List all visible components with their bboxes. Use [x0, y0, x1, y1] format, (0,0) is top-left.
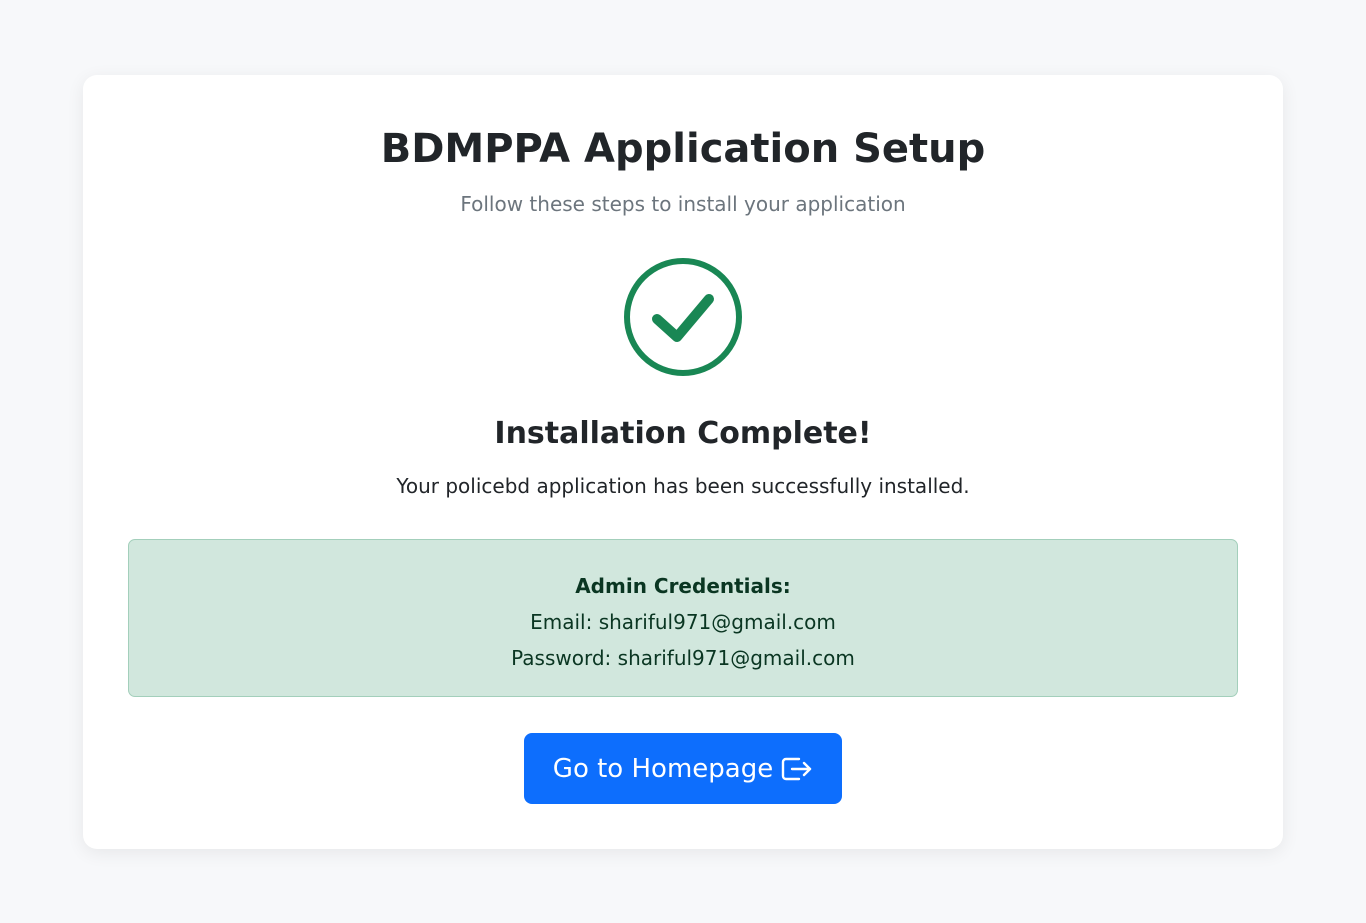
page-subtitle: Follow these steps to install your appli…: [460, 192, 906, 216]
status-message: Your policebd application has been succe…: [396, 474, 970, 498]
box-arrow-right-icon: [781, 755, 813, 783]
credentials-alert: Admin Credentials: Email: shariful971@gm…: [128, 539, 1238, 697]
page-title: BDMPPA Application Setup: [380, 126, 986, 172]
credentials-password: Password: shariful971@gmail.com: [511, 646, 855, 670]
credentials-heading: Admin Credentials:: [575, 574, 791, 598]
go-to-homepage-label: Go to Homepage: [552, 753, 774, 784]
go-to-homepage-button[interactable]: Go to Homepage: [524, 733, 842, 804]
check-circle-icon: [623, 257, 743, 377]
credentials-email: Email: shariful971@gmail.com: [530, 610, 836, 634]
setup-card: BDMPPA Application Setup Follow these st…: [83, 75, 1283, 849]
status-title: Installation Complete!: [494, 416, 872, 451]
